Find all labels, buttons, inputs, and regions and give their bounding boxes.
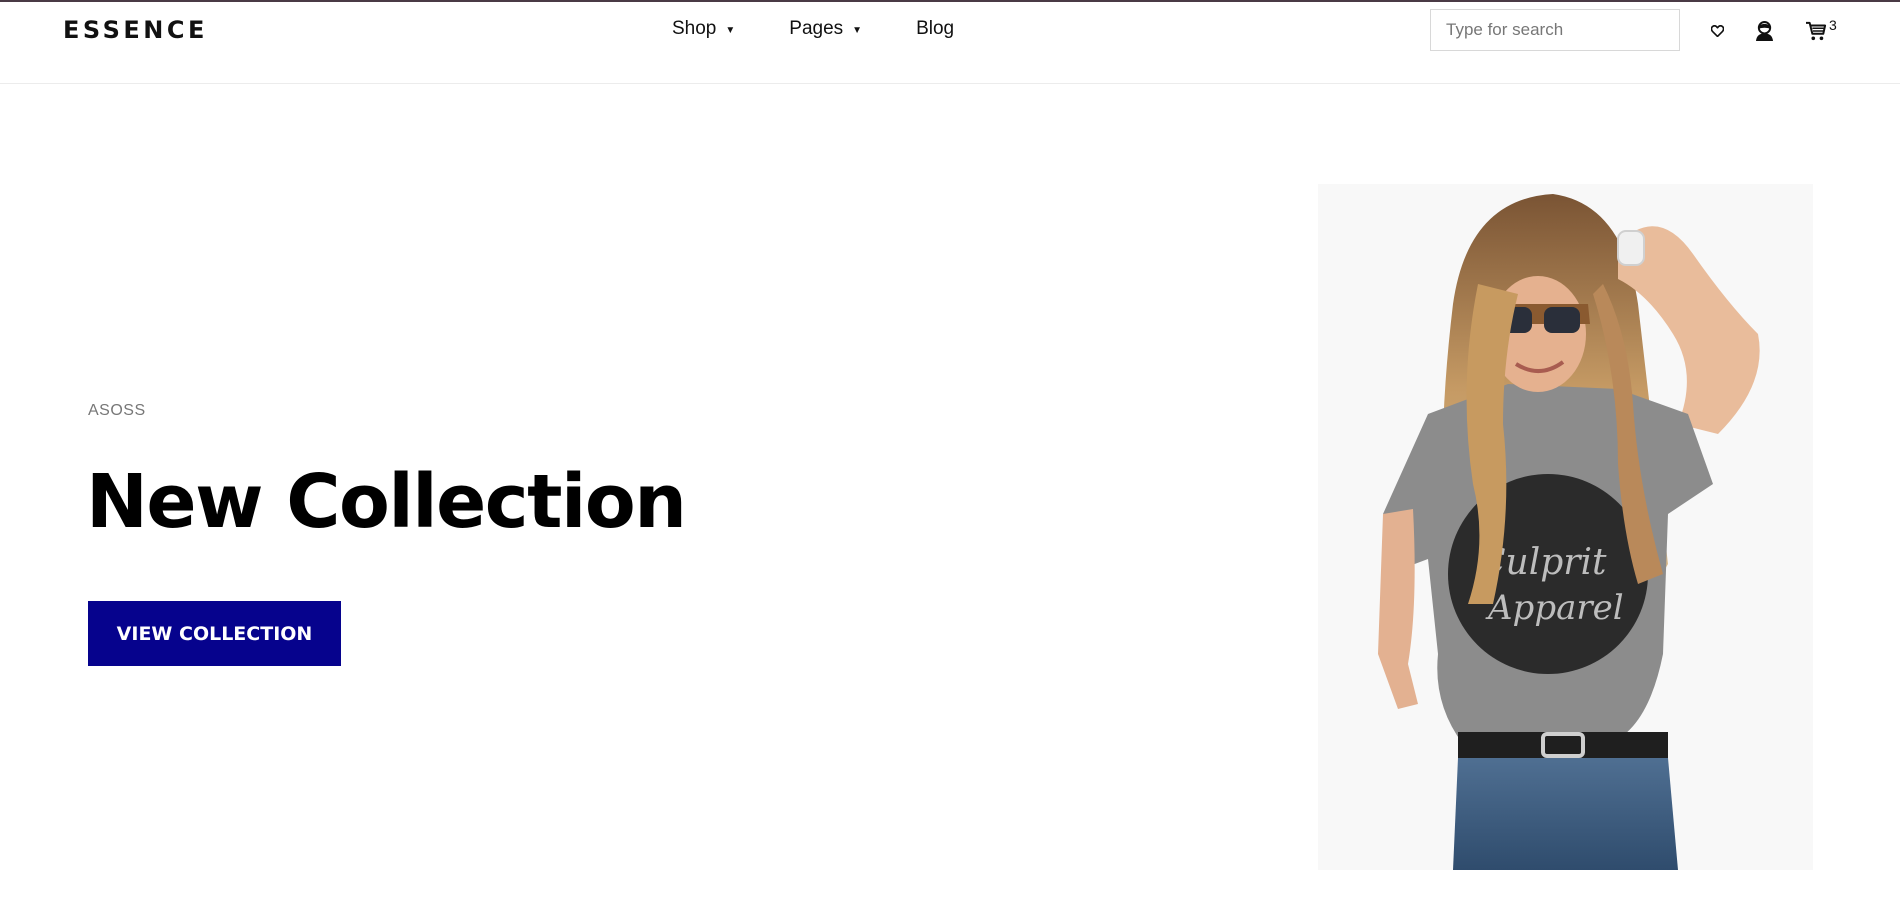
main-navigation: Shop ▼ Pages ▼ Blog bbox=[672, 18, 1008, 40]
search-input[interactable] bbox=[1430, 9, 1680, 51]
hero-brand-label: ASOSS bbox=[88, 402, 146, 419]
hero-title: New Collection bbox=[86, 459, 687, 545]
user-icon[interactable] bbox=[1752, 18, 1776, 44]
caret-down-icon: ▼ bbox=[852, 24, 863, 36]
nav-item-label: Pages bbox=[789, 18, 844, 39]
nav-item-shop[interactable]: Shop ▼ bbox=[672, 18, 735, 40]
caret-down-icon: ▼ bbox=[725, 24, 736, 36]
cart-count-badge: 3 bbox=[1829, 17, 1837, 33]
nav-item-label: Blog bbox=[916, 18, 955, 39]
hero-model-image: Culprit Apparel bbox=[1318, 184, 1813, 870]
cart-icon[interactable] bbox=[1803, 18, 1829, 44]
nav-item-pages[interactable]: Pages ▼ bbox=[789, 18, 862, 40]
nav-item-label: Shop bbox=[672, 18, 717, 39]
view-collection-button[interactable]: VIEW COLLECTION bbox=[88, 601, 341, 666]
nav-item-blog[interactable]: Blog bbox=[916, 18, 954, 40]
site-logo[interactable]: ESSENCE bbox=[63, 16, 208, 44]
site-header: ESSENCE Shop ▼ Pages ▼ Blog Type for sea… bbox=[0, 2, 1900, 84]
svg-text:Apparel: Apparel bbox=[1485, 588, 1624, 628]
hero-section: ASOSS New Collection VIEW COLLECTION Cul… bbox=[0, 84, 1900, 923]
heart-icon[interactable] bbox=[1706, 18, 1728, 44]
